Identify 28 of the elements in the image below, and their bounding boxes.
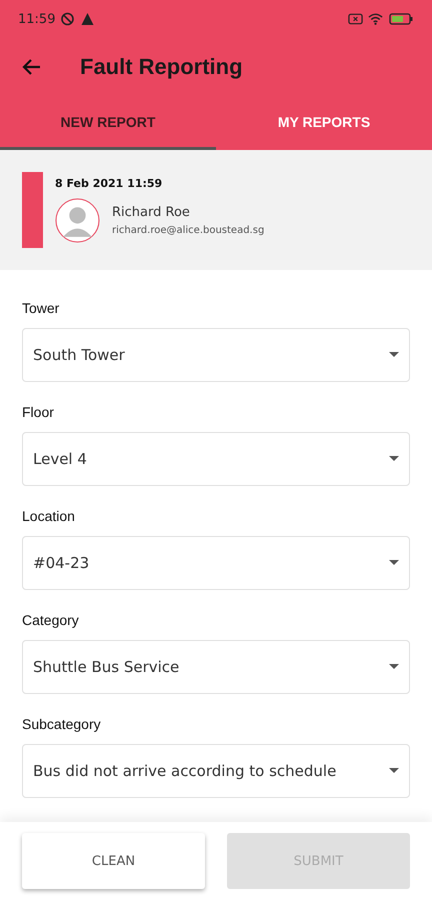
sim-card-icon (348, 12, 363, 26)
wifi-icon (368, 12, 383, 26)
caret-icon (389, 352, 399, 358)
dropdown-field[interactable]: South Tower (22, 328, 410, 382)
no-tracking-icon (60, 12, 76, 26)
tab[interactable]: MY REPORTS (216, 96, 432, 150)
caret-icon (389, 664, 399, 670)
dropdown-field[interactable]: Bus did not arrive according to schedule (22, 744, 410, 798)
caret-icon (389, 456, 399, 462)
warning-icon (80, 12, 96, 26)
caret-icon (389, 768, 399, 774)
field-label: Floor (22, 404, 55, 420)
dropdown-field[interactable]: Shuttle Bus Service (22, 640, 410, 694)
action-button[interactable]: CLEAN (22, 833, 205, 889)
status-time: 11:59 (18, 12, 56, 26)
dropdown-field[interactable]: #04-23 (22, 536, 410, 590)
field-label: Tower (22, 300, 60, 316)
reporter-name: Richard Roe (112, 205, 191, 220)
dropdown-field[interactable]: Level 4 (22, 432, 410, 486)
caret-icon (389, 560, 399, 566)
field-label: Location (22, 508, 76, 524)
reporter-email: richard.roe@alice.boustead.sg (112, 225, 264, 236)
battery-icon (388, 12, 414, 26)
field-label: Subcategory (22, 716, 102, 732)
report-date: 8 Feb 2021 11:59 (55, 177, 164, 190)
screen-title: Fault Reporting (80, 54, 243, 80)
field-label: Category (22, 612, 80, 628)
avatar-icon (55, 198, 100, 243)
